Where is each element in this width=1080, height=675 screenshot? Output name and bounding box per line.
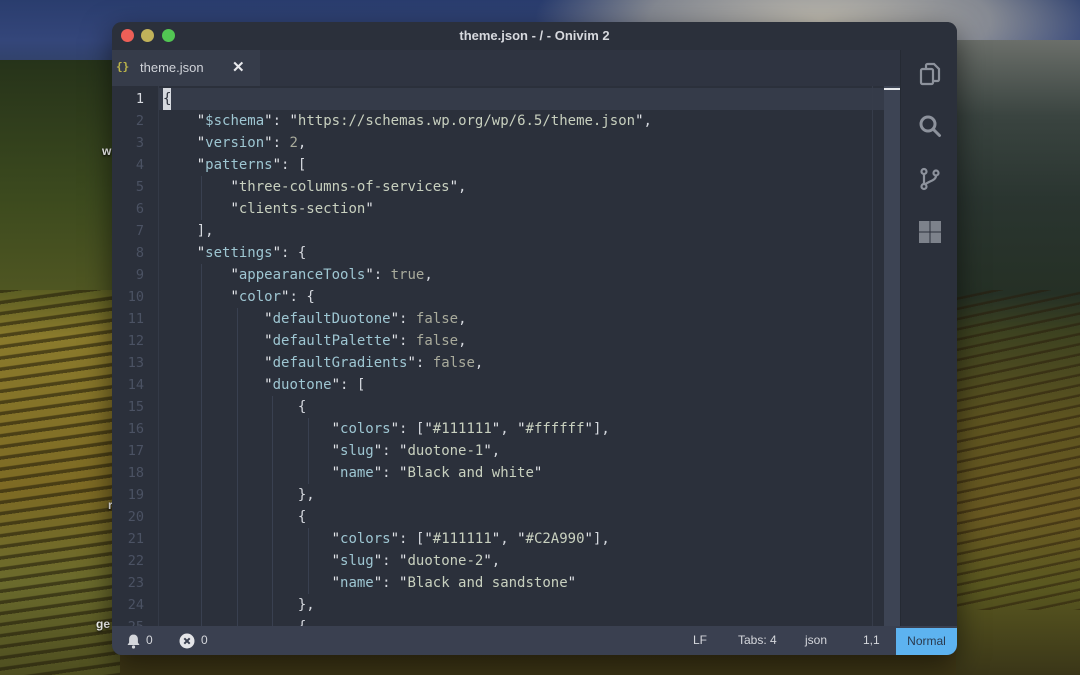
json-braces-icon: {} [116,60,130,73]
code-line[interactable]: { [163,396,306,418]
code-line[interactable]: "version": 2, [163,132,307,154]
code-editor[interactable]: 1234567891011121314151617181920212223242… [112,86,900,626]
line-number-gutter: 1234567891011121314151617181920212223242… [112,86,159,626]
line-number: 24 [127,597,144,613]
line-number: 15 [127,399,144,415]
code-line[interactable]: "color": { [163,286,314,308]
code-line[interactable]: "name": "Black and sandstone" [163,572,577,594]
code-line[interactable]: "$schema": "https://schemas.wp.org/wp/6.… [163,110,652,132]
tab-bar: {} theme.json ✕ [112,50,900,86]
desktop-wallpaper-right [956,40,1080,675]
code-line[interactable]: "slug": "duotone-1", [163,440,501,462]
line-number: 22 [127,553,144,569]
status-bar: 0 0 LF Tabs: 4 json 1,1 Normal [112,626,957,655]
line-number: 4 [135,157,144,173]
extensions-icon[interactable] [918,220,942,244]
line-number: 14 [127,377,144,393]
onivim-window: theme.json - / - Onivim 2 {} theme.json … [112,22,957,655]
code-line[interactable]: "defaultGradients": false, [163,352,483,374]
code-line[interactable]: "defaultDuotone": false, [163,308,466,330]
line-number: 20 [127,509,144,525]
code-line[interactable]: "defaultPalette": false, [163,330,466,352]
line-number: 7 [135,223,144,239]
title-bar[interactable]: theme.json - / - Onivim 2 [112,22,957,50]
code-line[interactable]: "colors": ["#111111", "#ffffff"], [163,418,610,440]
activity-bar [900,50,957,626]
line-number: 5 [135,179,144,195]
line-number: 8 [135,245,144,261]
line-number: 2 [135,113,144,129]
line-number: 21 [127,531,144,547]
code-line[interactable]: "clients-section" [163,198,373,220]
indentation-setting[interactable]: Tabs: 4 [738,626,777,655]
line-number: 3 [135,135,144,151]
code-line[interactable]: }, [163,484,315,506]
search-icon[interactable] [918,114,942,138]
line-number: 10 [127,289,144,305]
line-number: 6 [135,201,144,217]
line-ending[interactable]: LF [693,626,707,655]
text-cursor: { [163,88,172,110]
notification-count[interactable]: 0 [146,626,153,655]
error-icon[interactable] [179,633,195,649]
line-number: 1 [135,91,144,107]
vim-mode-badge: Normal [896,628,957,655]
column-ruler [872,86,873,626]
line-number: 23 [127,575,144,591]
git-branch-icon[interactable] [918,167,942,191]
scrollbar-position-marker[interactable] [884,88,900,90]
code-line[interactable]: "settings": { [163,242,307,264]
wallpaper-trees [0,60,120,290]
line-number: 17 [127,443,144,459]
code-line[interactable]: "appearanceTools": true, [163,264,432,286]
line-number: 13 [127,355,144,371]
bell-icon[interactable] [126,633,141,649]
window-title: theme.json - / - Onivim 2 [459,28,610,43]
code-line[interactable]: "name": "Black and white" [163,462,543,484]
line-number: 25 [112,616,144,626]
code-line[interactable]: ], [163,220,214,242]
desktop-icon-label[interactable]: ge [96,617,110,631]
desktop-icon-label[interactable]: w [102,144,111,158]
line-number: 16 [127,421,144,437]
tab-label: theme.json [140,60,204,75]
error-count[interactable]: 0 [201,626,208,655]
line-number: 19 [127,487,144,503]
code-line[interactable]: }, [163,594,315,616]
wallpaper-vineyard [956,290,1080,610]
code-line[interactable]: { [163,616,306,626]
close-tab-icon[interactable]: ✕ [232,58,245,76]
code-line[interactable]: "patterns": [ [163,154,307,176]
vertical-scrollbar[interactable] [884,86,900,626]
current-line-highlight [159,88,900,110]
line-number: 12 [127,333,144,349]
files-icon[interactable] [918,62,942,86]
line-number: 18 [127,465,144,481]
code-line[interactable]: "colors": ["#111111", "#C2A990"], [163,528,610,550]
code-line[interactable]: "duotone": [ [163,374,365,396]
code-line[interactable]: "slug": "duotone-2", [163,550,501,572]
tab-theme-json[interactable]: {} theme.json ✕ [112,50,260,86]
line-number: 11 [127,311,144,327]
code-line[interactable]: { [163,506,306,528]
language-mode[interactable]: json [805,626,827,655]
line-number: 9 [135,267,144,283]
code-line[interactable]: "three-columns-of-services", [163,176,466,198]
code-line[interactable]: { [163,88,172,110]
cursor-position[interactable]: 1,1 [863,626,880,655]
